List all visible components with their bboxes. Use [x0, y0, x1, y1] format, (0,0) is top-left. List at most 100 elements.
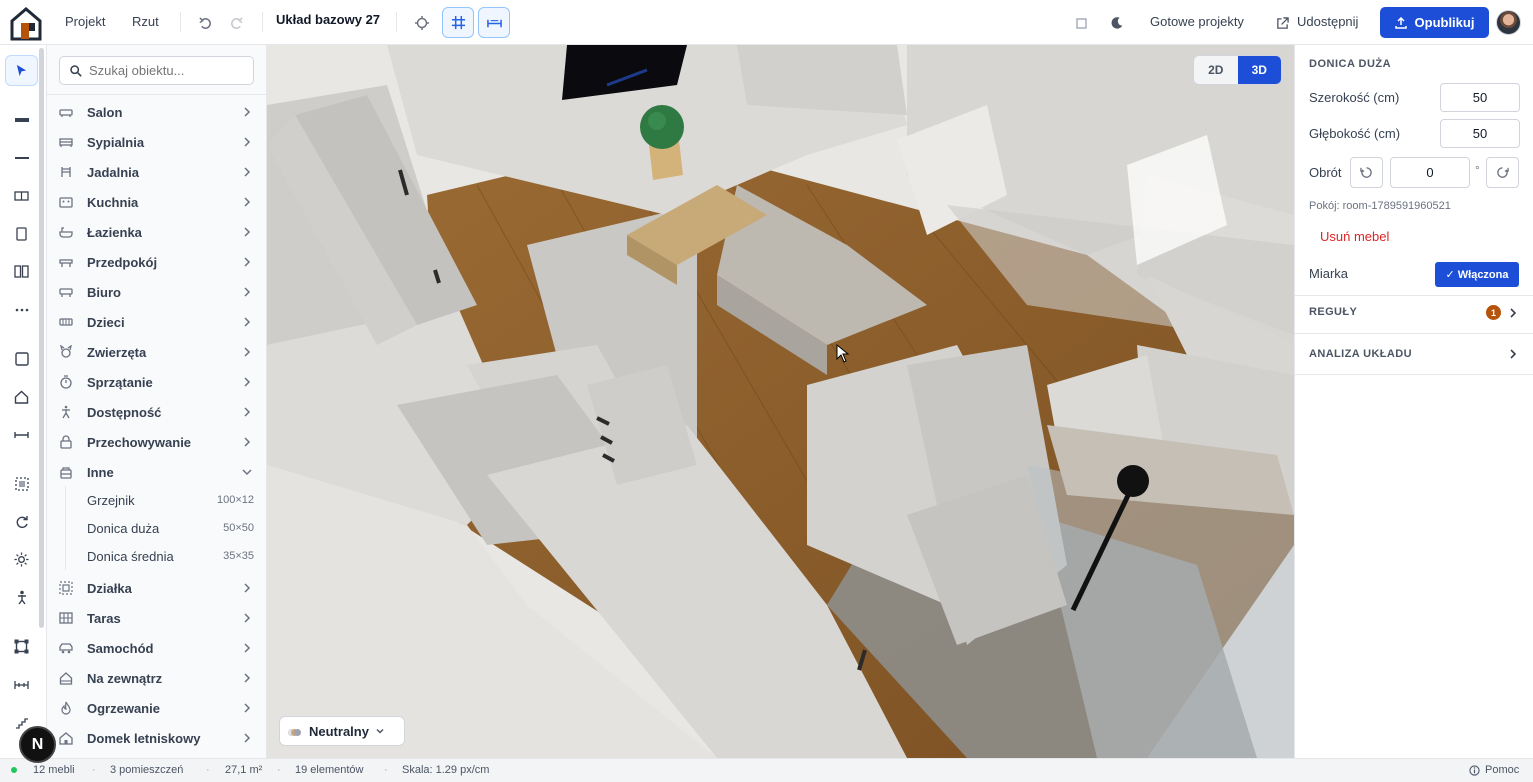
help-link[interactable]: Pomoc [1485, 764, 1519, 776]
3d-scene[interactable] [267, 45, 1294, 758]
depth-input[interactable]: 50 [1440, 119, 1520, 148]
center-view-icon[interactable] [407, 8, 437, 38]
chevron-right-icon [241, 702, 253, 714]
chevron-right-icon[interactable] [1508, 348, 1518, 360]
door-tool-icon[interactable] [5, 218, 38, 249]
sun-tool-icon[interactable] [5, 544, 38, 575]
select-tool-icon[interactable] [5, 55, 38, 86]
share-link[interactable]: Udostępnij [1297, 14, 1358, 29]
ready-projects-link[interactable]: Gotowe projekty [1150, 14, 1244, 29]
measure-tool-icon[interactable] [5, 419, 38, 450]
category-przechowywanie[interactable]: Przechowywanie [47, 427, 266, 457]
category-przedpokój[interactable]: Przedpokój [47, 247, 266, 277]
category-łazienka[interactable]: Łazienka [47, 217, 266, 247]
list-item[interactable]: Donica duża 50×50 [47, 514, 266, 542]
category-sprzątanie[interactable]: Sprzątanie [47, 367, 266, 397]
category-label: Jadalnia [87, 164, 140, 180]
color-palette-select[interactable]: Neutralny [279, 716, 405, 746]
chevron-right-icon [241, 406, 253, 418]
category-label: Ogrzewanie [87, 700, 160, 716]
person-tool-icon[interactable] [5, 582, 38, 613]
more-tools-icon[interactable] [5, 294, 38, 325]
category-sypialnia[interactable]: Sypialnia [47, 127, 266, 157]
grid-icon [59, 611, 73, 625]
width-input[interactable]: 50 [1440, 83, 1520, 112]
window-tool-icon[interactable] [5, 180, 38, 211]
category-label: Przedpokój [87, 254, 158, 270]
dev-tools-badge-icon[interactable]: N [19, 726, 56, 763]
chevron-right-icon [241, 166, 253, 178]
stove-icon [59, 195, 73, 209]
category-taras[interactable]: Taras [47, 603, 266, 633]
rotate-right-icon[interactable] [1486, 157, 1519, 188]
list-item[interactable]: Donica średnia 35×35 [47, 542, 266, 570]
publish-label: Opublikuj [1414, 15, 1475, 30]
category-działka[interactable]: Działka [47, 573, 266, 603]
category-domek-letniskowy[interactable]: Domek letniskowy [47, 723, 266, 753]
redo-icon[interactable] [221, 8, 251, 38]
layout-analysis-toggle[interactable]: ANALIZA UKŁADU [1309, 348, 1412, 360]
list-item[interactable]: Grzejnik 100×12 [47, 486, 266, 514]
width-label: Szerokość (cm) [1309, 90, 1400, 105]
view-2d-button[interactable]: 2D [1194, 56, 1238, 84]
chevron-right-icon[interactable] [1508, 307, 1518, 319]
category-dzieci[interactable]: Dzieci [47, 307, 266, 337]
search-box[interactable] [59, 56, 254, 85]
square-icon[interactable] [1066, 8, 1096, 38]
divider [180, 12, 181, 32]
accessibility-icon [59, 405, 73, 419]
dimension-line-tool-icon[interactable] [5, 669, 38, 700]
delete-furniture-button[interactable]: Usuń mebel [1320, 229, 1389, 244]
rotation-unit: ° [1475, 163, 1480, 177]
frame-tool-icon[interactable] [5, 631, 38, 662]
app-logo-icon[interactable] [8, 5, 44, 41]
search-input[interactable] [89, 63, 239, 78]
rail-scrollbar[interactable] [39, 48, 44, 628]
category-na-zewnątrz[interactable]: Na zewnątrz [47, 663, 266, 693]
project-title-input[interactable]: Układ bazowy 27 [276, 12, 384, 27]
divider [1295, 295, 1533, 296]
undo-icon[interactable] [190, 8, 220, 38]
grid-toggle-icon[interactable] [442, 7, 474, 38]
wall-tool-icon[interactable] [5, 104, 38, 135]
rules-section-toggle[interactable]: REGUŁY [1309, 306, 1357, 318]
view-mode-toggle[interactable]: 2D 3D [1193, 55, 1282, 85]
chevron-right-icon [241, 286, 253, 298]
scale-value: Skala: 1.29 px/cm [402, 764, 490, 776]
view-3d-button[interactable]: 3D [1237, 56, 1281, 84]
category-biuro[interactable]: Biuro [47, 277, 266, 307]
category-label: Działka [87, 580, 132, 596]
category-kuchnia[interactable]: Kuchnia [47, 187, 266, 217]
category-jadalnia[interactable]: Jadalnia [47, 157, 266, 187]
category-ogrzewanie[interactable]: Ogrzewanie [47, 693, 266, 723]
category-samochód[interactable]: Samochód [47, 633, 266, 663]
external-link-icon [1272, 8, 1292, 38]
rotate-tool-icon[interactable] [5, 506, 38, 537]
ruler-toggle-button[interactable]: ✓ Włączona [1435, 262, 1519, 287]
area-select-tool-icon[interactable] [5, 468, 38, 499]
menu-project[interactable]: Projekt [65, 14, 105, 29]
menu-plan[interactable]: Rzut [132, 14, 159, 29]
3d-viewport[interactable]: 2D 3D Neutralny [267, 45, 1294, 758]
category-salon[interactable]: Salon [47, 97, 266, 127]
dark-mode-icon[interactable] [1102, 8, 1132, 38]
help-icon[interactable] [1469, 765, 1480, 779]
category-dostępność[interactable]: Dostępność [47, 397, 266, 427]
category-zwierzęta[interactable]: Zwierzęta [47, 337, 266, 367]
avatar[interactable] [1496, 10, 1521, 35]
separator: · [277, 764, 281, 776]
room-tool-icon[interactable] [5, 343, 38, 374]
double-door-tool-icon[interactable] [5, 256, 38, 287]
category-inne[interactable]: Inne [47, 457, 266, 487]
dimensions-toggle-icon[interactable] [478, 7, 510, 38]
rotation-input[interactable]: 0 [1390, 157, 1470, 188]
thin-wall-tool-icon[interactable] [5, 142, 38, 173]
category-label: Przechowywanie [87, 434, 192, 450]
room-id-text: Pokój: room-1789591960521 [1309, 200, 1451, 212]
rotate-left-icon[interactable] [1350, 157, 1383, 188]
divider [1295, 333, 1533, 334]
house-tool-icon[interactable] [5, 381, 38, 412]
publish-button[interactable]: Opublikuj [1380, 7, 1489, 38]
chevron-right-icon [241, 196, 253, 208]
category-label: Łazienka [87, 224, 142, 240]
